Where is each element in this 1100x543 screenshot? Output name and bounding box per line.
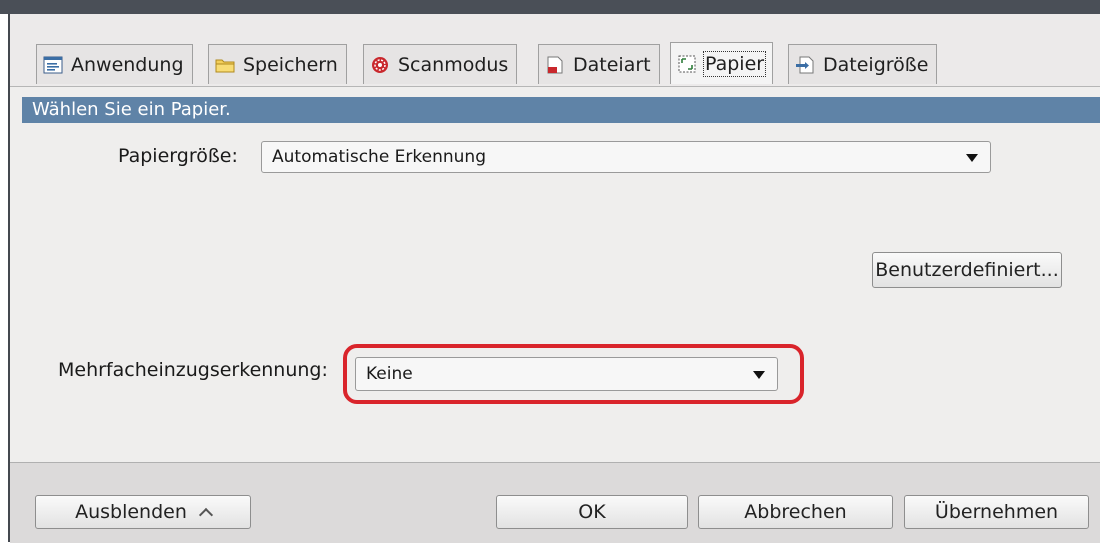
paper-size-value: Automatische Erkennung <box>272 147 486 167</box>
tab-speichern[interactable]: Speichern <box>208 44 347 84</box>
tab-label: Anwendung <box>71 53 184 76</box>
custom-button[interactable]: Benutzerdefiniert... <box>872 252 1062 288</box>
tab-label: Speichern <box>243 53 338 76</box>
tab-label: Dateiart <box>573 53 651 76</box>
tab-label: Scanmodus <box>398 53 509 76</box>
ok-button[interactable]: OK <box>496 495 688 529</box>
apply-button[interactable]: Übernehmen <box>904 495 1089 529</box>
paper-icon <box>677 55 697 73</box>
multifeed-label: Mehrfacheinzugserkennung: <box>58 359 328 381</box>
paper-size-dropdown[interactable]: Automatische Erkennung <box>261 141 991 173</box>
tab-papier[interactable]: Papier <box>670 42 774 84</box>
tab-dateiart[interactable]: Dateiart <box>538 44 660 84</box>
file-size-icon <box>795 56 815 74</box>
button-footer: Ausblenden OK Abbrechen Übernehmen <box>10 462 1100 543</box>
window-top-strip <box>0 0 1100 14</box>
tab-bar: Anwendung Speichern Scanmodus Dateiart P… <box>10 14 1100 86</box>
section-header: Wählen Sie ein Papier. <box>22 97 1100 123</box>
chevron-down-icon <box>753 371 765 379</box>
tab-scanmodus[interactable]: Scanmodus <box>363 44 518 84</box>
chevron-down-icon <box>966 154 978 162</box>
chevron-up-icon <box>198 507 213 522</box>
multifeed-value: Keine <box>366 364 413 384</box>
multifeed-dropdown[interactable]: Keine <box>355 357 778 391</box>
tab-label: Papier <box>702 50 767 77</box>
tab-label: Dateigröße <box>823 53 929 76</box>
file-type-icon <box>545 56 565 74</box>
paper-settings-panel: Wählen Sie ein Papier. Papiergröße: Auto… <box>10 86 1100 463</box>
hide-button-label: Ausblenden <box>75 501 187 523</box>
folder-icon <box>215 56 235 74</box>
window-left-edge <box>0 14 10 542</box>
scan-mode-icon <box>370 56 390 74</box>
tab-dateigroesse[interactable]: Dateigröße <box>788 44 938 84</box>
application-icon <box>43 56 63 74</box>
paper-size-label: Papiergröße: <box>118 145 238 167</box>
cancel-button[interactable]: Abbrechen <box>698 495 893 529</box>
tab-anwendung[interactable]: Anwendung <box>36 44 193 84</box>
hide-button[interactable]: Ausblenden <box>35 495 251 529</box>
